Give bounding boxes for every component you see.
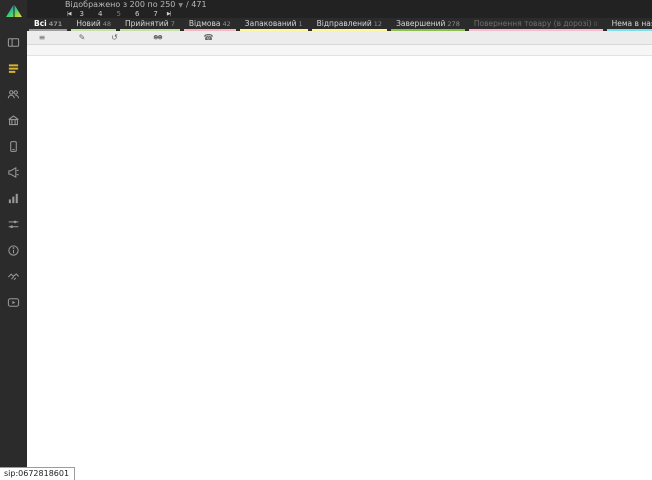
marketing-icon[interactable] <box>0 159 27 185</box>
video-icon[interactable] <box>0 289 27 315</box>
tab-label: Новий <box>76 19 100 28</box>
status-tooltip: sip:0672818601 <box>0 467 75 480</box>
tab-underline <box>469 29 603 31</box>
tab-count: 42 <box>223 20 231 28</box>
tab-underline <box>29 29 67 31</box>
phone-icon[interactable]: ☎ <box>193 31 224 44</box>
edit-icon[interactable]: ✎ <box>57 31 107 44</box>
tab-label: Нема в наявності <box>612 19 652 28</box>
shop-icon[interactable] <box>0 107 27 133</box>
tab-count: 1 <box>299 20 303 28</box>
tab-count: 48 <box>103 20 111 28</box>
purchases-icon[interactable] <box>0 133 27 159</box>
tab-count: 12 <box>374 20 382 28</box>
app-window: Відображено з 200 по 250▼/ 471 |◀34567▶|… <box>0 0 652 480</box>
tab-label: Прийнятий <box>125 19 169 28</box>
stats-icon[interactable] <box>0 185 27 211</box>
tab-label: Відмова <box>189 19 221 28</box>
tab-count: 0 <box>594 20 598 28</box>
tab-underline <box>607 29 652 31</box>
tab-Відмова[interactable]: Відмова42 <box>182 18 238 31</box>
tab-Всі[interactable]: Всі471 <box>27 18 69 31</box>
page-number[interactable]: 3 <box>80 10 84 18</box>
pagination: |◀ 3 4 5 6 7 ▶| <box>65 9 652 18</box>
orders-icon[interactable] <box>0 55 27 81</box>
rows-icon[interactable]: ≡ <box>27 31 57 44</box>
tab-Запакований[interactable]: Запакований1 <box>238 18 310 31</box>
tab-Нема в наявності[interactable]: Нема в наявності1 <box>605 18 652 31</box>
records-range-label: Відображено з 200 по 250 <box>65 0 175 9</box>
orders-table <box>27 56 652 476</box>
page-number[interactable]: 4 <box>98 10 102 18</box>
first-page-button[interactable]: |◀ <box>67 10 71 18</box>
tab-label: Повернення товару (в дорозі) <box>474 19 592 28</box>
partners-icon[interactable] <box>0 263 27 289</box>
status-tabs: Всі471Новий48Прийнятий7Відмова42Запакова… <box>27 18 652 31</box>
table-header: ≡✎↺☻☻☎ <box>27 31 652 45</box>
main-area: Відображено з 200 по 250▼/ 471 |◀34567▶|… <box>27 0 652 480</box>
sidebar <box>0 0 27 480</box>
tab-count: 471 <box>49 20 63 28</box>
tab-Відправлений[interactable]: Відправлений12 <box>310 18 389 31</box>
sidebar-nav <box>0 29 27 315</box>
page-number[interactable]: 6 <box>135 10 139 18</box>
tab-underline <box>240 29 308 31</box>
tab-label: Завершений <box>396 19 445 28</box>
tab-underline <box>120 29 180 31</box>
records-total-label: / 471 <box>186 0 207 9</box>
tab-underline <box>312 29 387 31</box>
tab-Прийнятий[interactable]: Прийнятий7 <box>118 18 182 31</box>
tab-underline <box>184 29 236 31</box>
topbar: Відображено з 200 по 250▼/ 471 |◀ 3 4 5 6 7 ▶| <box>27 0 652 18</box>
tab-underline <box>391 29 465 31</box>
filter-row <box>27 45 652 56</box>
tab-label: Відправлений <box>317 19 372 28</box>
page-number[interactable]: 7 <box>153 10 157 18</box>
tab-underline <box>71 29 116 31</box>
last-page-button[interactable]: ▶| <box>167 10 171 18</box>
tab-count: 7 <box>171 20 175 28</box>
tab-Новий[interactable]: Новий48 <box>69 18 118 31</box>
info-icon[interactable] <box>0 237 27 263</box>
page-number[interactable]: 5 <box>116 10 120 18</box>
app-logo[interactable] <box>5 3 23 23</box>
tab-count: 278 <box>447 20 459 28</box>
tab-Завершений[interactable]: Завершений278 <box>389 18 467 31</box>
tab-label: Всі <box>34 19 47 28</box>
settings-icon[interactable] <box>0 211 27 237</box>
tab-label: Запакований <box>245 19 297 28</box>
contacts-icon[interactable]: ☻☻ <box>122 31 193 44</box>
tab-Повернення товару (в дорозі)[interactable]: Повернення товару (в дорозі)0 <box>467 18 605 31</box>
chevron-down-icon[interactable]: ▼ <box>178 2 183 9</box>
refresh-icon[interactable]: ↺ <box>107 31 122 44</box>
dashboard-icon[interactable] <box>0 29 27 55</box>
contacts-icon[interactable] <box>0 81 27 107</box>
